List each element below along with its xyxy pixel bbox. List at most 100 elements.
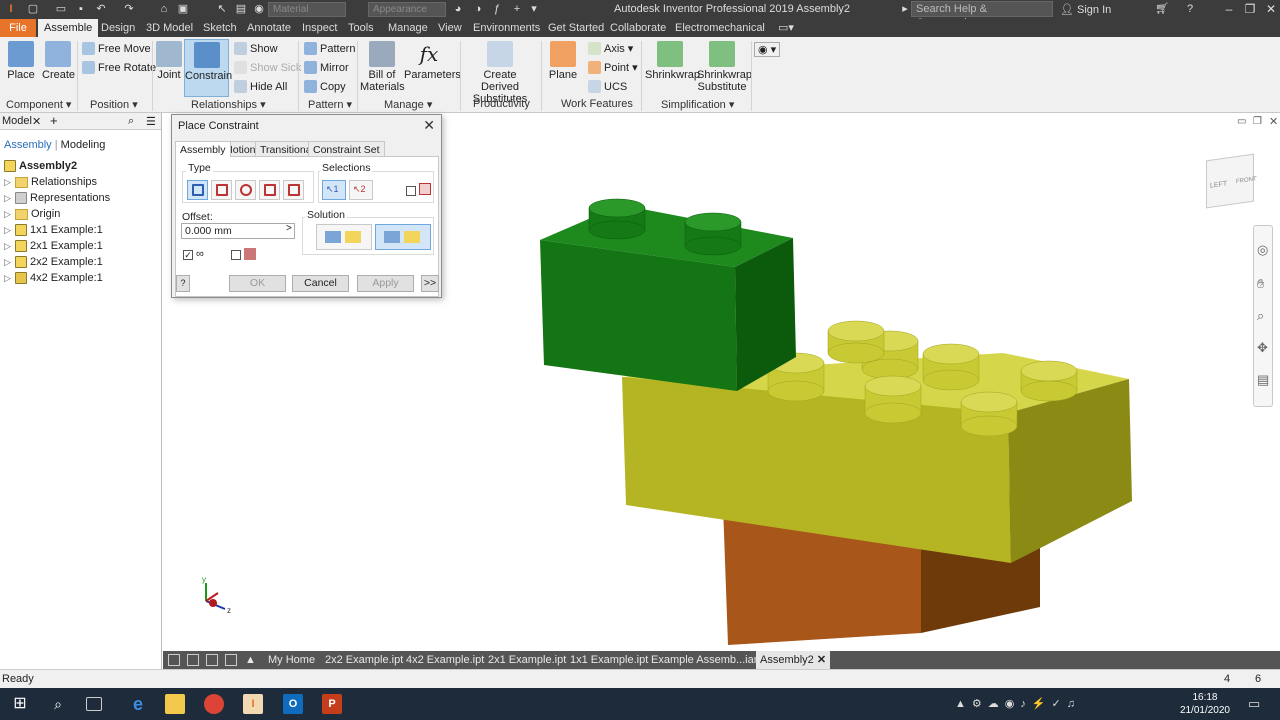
powerpoint-icon[interactable]: P xyxy=(322,694,342,714)
edge-icon[interactable]: e xyxy=(128,694,148,714)
panel-position[interactable]: Position ▾ xyxy=(90,98,138,111)
doc-tab-close-icon[interactable]: ✕ xyxy=(817,654,826,666)
tab-electromechanical[interactable]: Electromechanical xyxy=(669,19,771,37)
shrinkwrap-substitute-button[interactable]: Shrinkwrap Substitute xyxy=(697,41,752,93)
undo-icon[interactable]: ↶ xyxy=(94,2,108,16)
zoom-icon[interactable]: ⌕ xyxy=(1257,308,1264,324)
tree-item-part[interactable]: ▷ 2x2 Example:1 xyxy=(4,254,103,270)
browser-tab-modeling[interactable]: Modeling xyxy=(61,139,106,151)
selection-2-button[interactable]: ↖2 xyxy=(349,180,373,200)
create-derived-substitutes-button[interactable]: Create Derived Substitutes xyxy=(464,41,536,105)
tab-annotate[interactable]: Annotate xyxy=(241,19,297,37)
create-button[interactable]: Create xyxy=(42,41,75,81)
tab-3d-model[interactable]: 3D Model xyxy=(140,19,199,37)
viewport-close-icon[interactable]: ✕ xyxy=(1269,115,1278,128)
search-input[interactable]: Search Help & Commands... xyxy=(911,1,1053,29)
cancel-button[interactable]: Cancel xyxy=(292,275,349,292)
panel-options-dropdown[interactable]: ◉ ▾ xyxy=(754,42,781,57)
tangent-constraint-button[interactable] xyxy=(235,180,256,200)
file-explorer-icon[interactable] xyxy=(165,694,185,714)
tree-item-representations[interactable]: ▷ Representations xyxy=(4,190,110,206)
tree-root-assembly[interactable]: Assembly2 xyxy=(4,158,77,174)
tab-assemble[interactable]: Assemble xyxy=(38,19,99,37)
mirror-button[interactable]: Mirror xyxy=(304,61,349,74)
home-icon[interactable]: ⌂ xyxy=(157,2,171,16)
new-icon[interactable]: ▢ xyxy=(26,2,40,16)
cascade-icon[interactable] xyxy=(168,654,180,666)
expand-icon[interactable]: ▷ xyxy=(4,273,12,284)
tree-item-part[interactable]: ▷ 1x1 Example:1 xyxy=(4,222,103,238)
selection-1-button[interactable]: ↖1 xyxy=(322,180,346,200)
preview-checkbox[interactable]: ✓ xyxy=(183,250,193,260)
more-button[interactable]: >> xyxy=(421,275,439,292)
insert-constraint-button[interactable] xyxy=(259,180,280,200)
apply-button[interactable]: Apply xyxy=(357,275,414,292)
browser-tab-assembly[interactable]: Assembly xyxy=(4,139,52,151)
browser-menu-icon[interactable]: ☰ xyxy=(146,115,156,128)
panel-pattern[interactable]: Pattern ▾ xyxy=(308,98,352,111)
browser-close-icon[interactable]: ✕ xyxy=(32,115,41,128)
restore-button[interactable]: ❐ xyxy=(1241,1,1259,17)
search-icon[interactable]: ⌕ xyxy=(48,694,68,714)
sign-in-link[interactable]: 👤︎ Sign In xyxy=(1060,3,1111,16)
redo-icon[interactable]: ↷ xyxy=(122,2,136,16)
fx-icon[interactable]: ƒ xyxy=(490,2,504,16)
save-icon[interactable]: ▪ xyxy=(74,2,88,16)
system-tray-icons[interactable]: ▲⚙☁◉♪⚡✓♫ xyxy=(955,697,1081,710)
close-button[interactable]: ✕ xyxy=(1262,1,1280,17)
tree-item-part-grounded[interactable]: ▷ 4x2 Example:1 xyxy=(4,270,103,286)
tab-file[interactable]: File xyxy=(0,19,36,37)
tile-icon[interactable] xyxy=(187,654,199,666)
clear-appearance-icon[interactable]: ◕ xyxy=(451,2,465,16)
tab-inspect[interactable]: Inspect xyxy=(296,19,343,37)
help-icon[interactable]: ? xyxy=(1183,2,1197,16)
panel-relationships[interactable]: Relationships ▾ xyxy=(191,98,266,111)
tree-item-origin[interactable]: ▷ Origin xyxy=(4,206,60,222)
notifications-icon[interactable]: ▭ xyxy=(1248,696,1260,712)
expand-icon[interactable]: ▷ xyxy=(4,193,12,204)
select-icon[interactable]: ↖ xyxy=(215,2,229,16)
look-at-icon[interactable]: ▤ xyxy=(1257,372,1269,388)
tab-get-started[interactable]: Get Started xyxy=(542,19,610,37)
doc-tab-2x2[interactable]: 2x2 Example.ipt xyxy=(325,651,403,669)
plane-button[interactable]: Plane xyxy=(547,41,579,81)
tree-item-relationships[interactable]: ▷ Relationships xyxy=(4,174,97,190)
cart-icon[interactable]: 🛒︎ xyxy=(1155,2,1169,16)
dialog-tab-assembly[interactable]: Assembly xyxy=(175,141,231,157)
tab-collaborate[interactable]: Collaborate xyxy=(604,19,672,37)
flush-solution-button[interactable] xyxy=(375,224,431,250)
symmetry-constraint-button[interactable] xyxy=(283,180,304,200)
angle-constraint-button[interactable] xyxy=(211,180,232,200)
appearance-dropdown[interactable]: Appearance xyxy=(368,2,446,17)
help-button[interactable]: ? xyxy=(176,275,190,292)
panel-simplification[interactable]: Simplification ▾ xyxy=(661,98,734,111)
hide-all-button[interactable]: Hide All xyxy=(234,80,287,93)
show-button[interactable]: Show xyxy=(234,42,278,55)
offset-input[interactable]: 0.000 mm xyxy=(181,223,295,239)
browser-search-icon[interactable]: ⌕ xyxy=(128,115,134,128)
browser-add-icon[interactable]: + xyxy=(50,113,58,128)
pattern-button[interactable]: Pattern xyxy=(304,42,355,55)
ok-button[interactable]: OK xyxy=(229,275,286,292)
offset-arrow-icon[interactable]: > xyxy=(286,223,292,234)
open-icon[interactable]: ▭ xyxy=(54,2,68,16)
copy-button[interactable]: Copy xyxy=(304,80,346,93)
expand-icon[interactable]: ▷ xyxy=(4,209,12,220)
windows-start-icon[interactable]: ⊞ xyxy=(10,694,30,714)
axis-button[interactable]: Axis ▾ xyxy=(588,42,633,55)
steering-wheel-icon[interactable]: ◎ xyxy=(1257,242,1268,258)
orbit-icon[interactable]: ✥ xyxy=(1257,340,1268,356)
measure-icon[interactable]: ▤ xyxy=(234,2,248,16)
tab-design[interactable]: Design xyxy=(95,19,141,37)
tab-overflow-icon[interactable]: ▭▾ xyxy=(772,19,800,37)
minimize-button[interactable]: – xyxy=(1220,1,1238,17)
joint-button[interactable]: Joint xyxy=(156,41,182,81)
pan-icon[interactable]: ✋︎ xyxy=(1257,276,1264,292)
customize-icon[interactable]: ▾ xyxy=(527,2,541,16)
color-icon[interactable]: ◉ xyxy=(252,2,266,16)
dialog-tab-constraint-set[interactable]: Constraint Set xyxy=(308,141,385,157)
doc-tab-1x1[interactable]: 1x1 Example.ipt xyxy=(570,651,648,669)
expand-icon[interactable]: ▷ xyxy=(4,225,12,236)
dialog-close-icon[interactable]: ✕ xyxy=(423,117,435,134)
viewport-restore-icon[interactable]: ❐ xyxy=(1253,116,1262,127)
